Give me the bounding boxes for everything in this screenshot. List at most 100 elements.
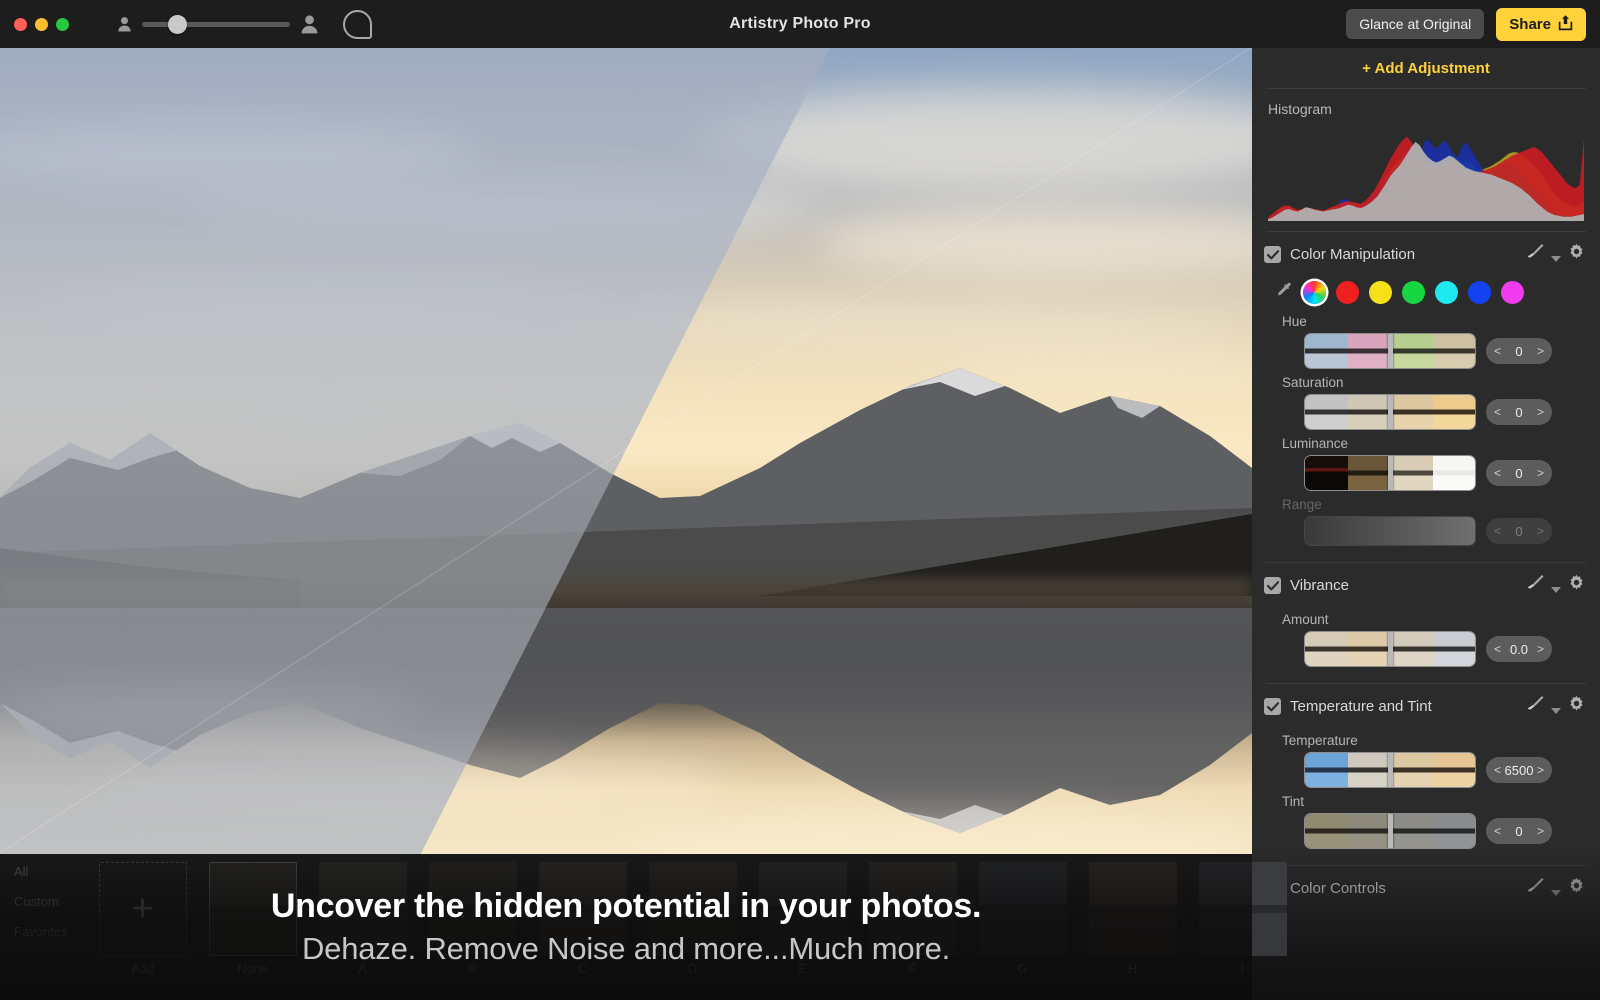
section-header-color-manipulation[interactable]: Color Manipulation <box>1252 232 1600 277</box>
section-header-temperature-and-tint[interactable]: Temperature and Tint <box>1252 684 1600 729</box>
luminance-slider[interactable] <box>1304 455 1476 491</box>
preset-add[interactable]: + Add <box>95 862 190 976</box>
checkbox-vibrance[interactable] <box>1264 577 1281 594</box>
maximize-window-button[interactable] <box>56 17 69 31</box>
preset-thumbnail[interactable] <box>868 862 957 956</box>
swatch-blue[interactable] <box>1468 281 1491 304</box>
tint-stepper[interactable]: < 0 > <box>1486 818 1552 844</box>
swatch-cyan[interactable] <box>1435 281 1458 304</box>
brush-icon[interactable] <box>1525 694 1545 719</box>
swatch-yellow[interactable] <box>1369 281 1392 304</box>
checkbox-color-manipulation[interactable] <box>1264 246 1281 263</box>
stepper-decrease[interactable]: < <box>1494 524 1501 538</box>
zoom-slider-handle[interactable] <box>168 14 187 34</box>
preset-item[interactable]: F <box>865 862 960 976</box>
stepper-increase[interactable]: > <box>1537 824 1544 838</box>
stepper-increase[interactable]: > <box>1537 405 1544 419</box>
tint-slider[interactable] <box>1304 813 1476 849</box>
stepper-decrease[interactable]: < <box>1494 344 1501 358</box>
preset-item[interactable]: A <box>315 862 410 976</box>
preset-thumbnail[interactable] <box>208 862 297 956</box>
preset-thumbnail[interactable] <box>1198 862 1287 956</box>
saturation-slider[interactable] <box>1304 394 1476 430</box>
section-header-vibrance[interactable]: Vibrance <box>1252 563 1600 608</box>
slider-handle[interactable] <box>1387 814 1393 848</box>
preset-item[interactable]: E <box>755 862 850 976</box>
preset-thumbnail[interactable] <box>428 862 517 956</box>
range-stepper[interactable]: < 0 > <box>1486 518 1552 544</box>
amount-stepper[interactable]: < 0.0 > <box>1486 636 1552 662</box>
add-adjustment-button[interactable]: + Add Adjustment <box>1252 48 1600 88</box>
photo-canvas[interactable] <box>0 48 1252 854</box>
chevron-down-icon[interactable] <box>1551 708 1561 714</box>
checkbox-temperature-and-tint[interactable] <box>1264 698 1281 715</box>
add-preset-box[interactable]: + <box>98 862 187 956</box>
stepper-decrease[interactable]: < <box>1494 763 1501 777</box>
brush-icon[interactable] <box>1525 876 1545 901</box>
stepper-decrease[interactable]: < <box>1494 405 1501 419</box>
gear-icon[interactable] <box>1567 877 1586 901</box>
close-window-button[interactable] <box>14 17 27 31</box>
stepper-decrease[interactable]: < <box>1494 466 1501 480</box>
preset-thumbnail[interactable] <box>318 862 407 956</box>
glance-at-original-button[interactable]: Glance at Original <box>1346 9 1485 39</box>
chevron-down-icon[interactable] <box>1551 890 1561 896</box>
preset-item[interactable]: I <box>1195 862 1290 976</box>
minimize-window-button[interactable] <box>35 17 48 31</box>
category-custom[interactable]: Custom <box>14 894 67 909</box>
preset-thumbnail[interactable] <box>538 862 627 956</box>
brush-icon[interactable] <box>1525 573 1545 598</box>
stepper-increase[interactable]: > <box>1537 642 1544 656</box>
swatch-red[interactable] <box>1336 281 1359 304</box>
preset-item[interactable]: G <box>975 862 1070 976</box>
preset-label: I <box>1240 962 1245 976</box>
preset-thumbnail[interactable] <box>758 862 847 956</box>
section-header-color-controls[interactable]: Color Controls <box>1252 866 1600 911</box>
stepper-increase[interactable]: > <box>1537 763 1544 777</box>
stepper-increase[interactable]: > <box>1537 524 1544 538</box>
preset-item[interactable]: H <box>1085 862 1180 976</box>
amount-slider[interactable] <box>1304 631 1476 667</box>
control-temperature: Temperature < 6500 > <box>1252 729 1600 790</box>
share-button[interactable]: Share <box>1496 7 1586 41</box>
stepper-increase[interactable]: > <box>1537 344 1544 358</box>
gear-icon[interactable] <box>1567 243 1586 267</box>
temperature-slider[interactable] <box>1304 752 1476 788</box>
stepper-decrease[interactable]: < <box>1494 824 1501 838</box>
preset-item[interactable]: C <box>535 862 630 976</box>
swatch-color-wheel[interactable] <box>1303 281 1326 304</box>
slider-handle[interactable] <box>1387 456 1393 490</box>
preset-thumbnail[interactable] <box>1088 862 1177 956</box>
preset-thumbnail[interactable] <box>648 862 737 956</box>
chevron-down-icon[interactable] <box>1551 256 1561 262</box>
preset-item[interactable]: None <box>205 862 300 976</box>
swatch-magenta[interactable] <box>1501 281 1524 304</box>
preset-list: + Add None A B C D E F G H I <box>95 862 1290 976</box>
slider-handle[interactable] <box>1387 753 1393 787</box>
slider-handle[interactable] <box>1387 632 1393 666</box>
saturation-stepper[interactable]: < 0 > <box>1486 399 1552 425</box>
stepper-increase[interactable]: > <box>1537 466 1544 480</box>
control-label: Saturation <box>1282 375 1344 390</box>
preset-thumbnail[interactable] <box>978 862 1067 956</box>
gear-icon[interactable] <box>1567 574 1586 598</box>
preset-item[interactable]: B <box>425 862 520 976</box>
slider-handle[interactable] <box>1387 334 1393 368</box>
preset-item[interactable]: D <box>645 862 740 976</box>
slider-handle[interactable] <box>1387 395 1393 429</box>
swatch-green[interactable] <box>1402 281 1425 304</box>
eyedropper-icon[interactable] <box>1276 282 1293 304</box>
chevron-down-icon[interactable] <box>1551 587 1561 593</box>
range-slider[interactable] <box>1304 516 1476 546</box>
category-favorites[interactable]: Favorites <box>14 924 67 939</box>
luminance-stepper[interactable]: < 0 > <box>1486 460 1552 486</box>
gear-icon[interactable] <box>1567 695 1586 719</box>
brush-circle-icon[interactable] <box>343 9 372 39</box>
temperature-stepper[interactable]: < 6500 > <box>1486 757 1552 783</box>
stepper-decrease[interactable]: < <box>1494 642 1501 656</box>
brush-icon[interactable] <box>1525 242 1545 267</box>
hue-slider[interactable] <box>1304 333 1476 369</box>
zoom-slider[interactable] <box>142 14 290 34</box>
hue-stepper[interactable]: < 0 > <box>1486 338 1552 364</box>
category-all[interactable]: All <box>14 864 67 879</box>
